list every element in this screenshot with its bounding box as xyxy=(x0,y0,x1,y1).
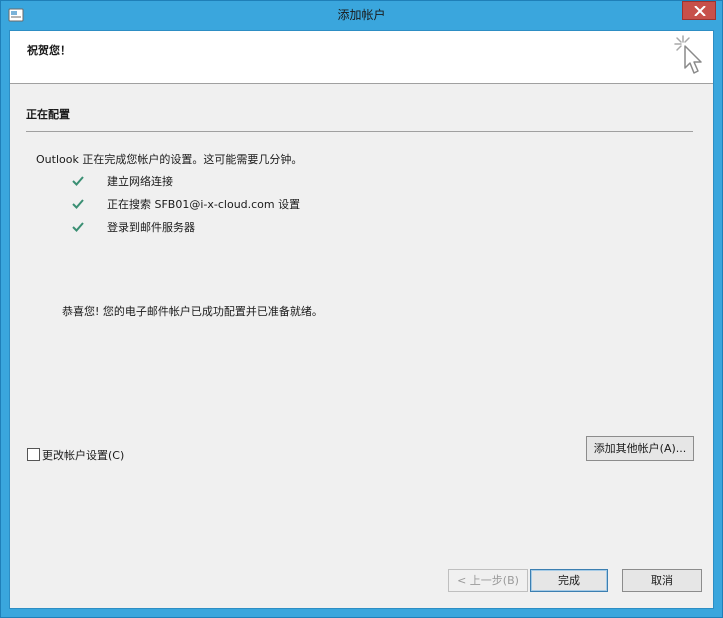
close-button[interactable] xyxy=(682,1,716,20)
check-icon xyxy=(72,222,84,232)
banner-title: 祝贺您！ xyxy=(27,44,71,57)
change-settings-label[interactable]: 更改帐户设置(C) xyxy=(42,447,124,463)
section-title: 正在配置 xyxy=(26,108,70,121)
close-icon xyxy=(694,6,706,16)
cancel-button[interactable]: 取消 xyxy=(622,569,702,592)
add-account-window: 添加帐户 祝贺您！ 正在配置 Outlook 正在完成您帐户的设置。这可能需要几… xyxy=(0,0,723,618)
title-bar[interactable]: 添加帐户 xyxy=(1,1,722,30)
finish-button[interactable]: 完成 xyxy=(530,569,608,592)
check-icon xyxy=(72,199,84,209)
window-title: 添加帐户 xyxy=(337,8,386,22)
step-label: 建立网络连接 xyxy=(107,175,173,188)
add-other-account-button[interactable]: 添加其他帐户(A)... xyxy=(586,436,694,461)
success-message: 恭喜您! 您的电子邮件帐户已成功配置并已准备就绪。 xyxy=(62,305,323,318)
section-divider xyxy=(26,131,693,132)
step-label: 登录到邮件服务器 xyxy=(107,221,195,234)
cursor-sparkle-icon xyxy=(674,35,702,74)
step-label: 正在搜索 SFB01@i-x-cloud.com 设置 xyxy=(107,198,301,211)
change-settings-checkbox[interactable] xyxy=(27,448,40,461)
dialog-body: 祝贺您！ 正在配置 Outlook 正在完成您帐户的设置。这可能需要几分钟。 建… xyxy=(9,30,714,609)
status-message: Outlook 正在完成您帐户的设置。这可能需要几分钟。 xyxy=(36,153,303,166)
check-icon xyxy=(72,176,84,186)
back-button[interactable]: < 上一步(B) xyxy=(448,569,528,592)
header-banner: 祝贺您！ xyxy=(10,31,713,84)
